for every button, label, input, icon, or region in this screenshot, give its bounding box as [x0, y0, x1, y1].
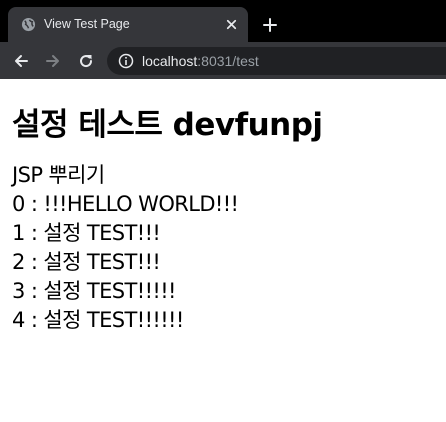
plus-icon[interactable]	[262, 17, 278, 33]
tab-strip: View Test Page	[0, 0, 446, 42]
globe-icon	[21, 17, 36, 32]
output-line-0: 0 : !!!HELLO WORLD!!!	[12, 192, 239, 216]
forward-arrow-icon[interactable]	[44, 52, 62, 70]
tab-title: View Test Page	[44, 17, 130, 31]
url-port-path: :8031/test	[197, 53, 259, 69]
output-line-heading: JSP 뿌리기	[12, 163, 105, 187]
output-lines: JSP 뿌리기 0 : !!!HELLO WORLD!!! 1 : 설정 TES…	[12, 161, 434, 335]
url-host: localhost	[142, 53, 198, 69]
output-line-2: 2 : 설정 TEST!!!	[12, 250, 161, 274]
page-title: 설정 테스트 devfunpj	[12, 107, 323, 143]
browser-toolbar: localhost:8031/test	[0, 42, 446, 79]
output-line-4: 4 : 설정 TEST!!!!!!	[12, 308, 184, 332]
output-line-1: 1 : 설정 TEST!!!	[12, 221, 161, 245]
back-arrow-icon[interactable]	[12, 52, 30, 70]
info-icon[interactable]	[118, 53, 134, 69]
address-bar[interactable]: localhost:8031/test	[107, 47, 446, 75]
browser-tab[interactable]: View Test Page	[8, 7, 248, 42]
close-icon[interactable]	[224, 17, 239, 32]
page-content: 설정 테스트 devfunpj JSP 뿌리기 0 : !!!HELLO WOR…	[0, 105, 446, 335]
url-text[interactable]: localhost:8031/test	[142, 53, 259, 69]
output-line-3: 3 : 설정 TEST!!!!!	[12, 279, 176, 303]
reload-icon[interactable]	[77, 52, 95, 70]
